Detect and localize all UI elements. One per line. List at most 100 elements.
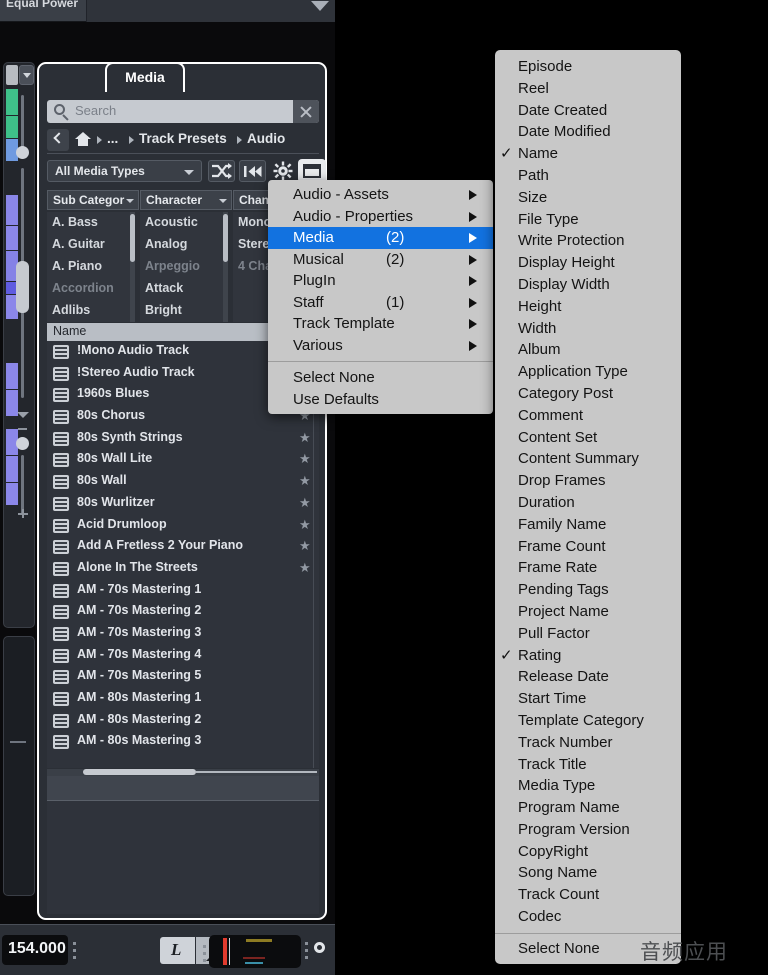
column-menu-item[interactable]: Project Name xyxy=(495,601,681,623)
context-menu-item[interactable]: Track Template xyxy=(268,313,493,335)
top-strip-field[interactable] xyxy=(87,0,335,22)
context-menu-action[interactable]: Use Defaults xyxy=(268,389,493,411)
gear-icon[interactable] xyxy=(271,160,295,182)
column-menu-item[interactable]: Pull Factor xyxy=(495,623,681,645)
column-menu-item[interactable]: Category Post xyxy=(495,383,681,405)
column-menu-item[interactable]: Track Number xyxy=(495,732,681,754)
column-menu-item[interactable]: ✓ Rating xyxy=(495,645,681,667)
column-menu-item[interactable]: ✓ Name xyxy=(495,143,681,165)
column-menu-item[interactable]: Date Modified xyxy=(495,121,681,143)
column-menu-item[interactable]: Media Type xyxy=(495,775,681,797)
column-menu-item[interactable]: Pending Tags xyxy=(495,579,681,601)
list-item[interactable]: AM - 80s Mastering 1 xyxy=(47,688,319,710)
column-menu-item[interactable]: Program Name xyxy=(495,797,681,819)
rating-star-icon[interactable]: ★ xyxy=(299,430,311,445)
column-menu-item[interactable]: Family Name xyxy=(495,514,681,536)
column-menu-item[interactable]: Frame Count xyxy=(495,536,681,558)
column-menu-item[interactable]: Path xyxy=(495,165,681,187)
back-button[interactable] xyxy=(47,129,69,151)
column-menu-item[interactable]: Codec xyxy=(495,906,681,928)
horizontal-scrollbar[interactable] xyxy=(47,769,319,776)
category-item[interactable]: Acoustic xyxy=(140,212,223,234)
category-item[interactable]: Attack xyxy=(140,278,223,300)
list-item[interactable]: 80s Wall Lite ★ xyxy=(47,449,319,471)
category-list-0[interactable]: A. Bass A. Guitar A. Piano Accordion Adlibs xyxy=(47,212,130,322)
category-header-0[interactable]: Sub Categor xyxy=(47,190,139,210)
column-menu-item[interactable]: Height xyxy=(495,296,681,318)
rack-dropdown-button[interactable] xyxy=(19,65,34,85)
list-item[interactable]: Alone In The Streets ★ xyxy=(47,558,319,580)
rack-slider-knob[interactable] xyxy=(16,146,29,159)
column-menu-item[interactable]: Release Date xyxy=(495,666,681,688)
column-menu-item[interactable]: Song Name xyxy=(495,862,681,884)
rack-fader-thumb[interactable] xyxy=(16,261,29,313)
column-menu-item[interactable]: Album xyxy=(495,339,681,361)
shuffle-icon[interactable] xyxy=(208,160,235,182)
column-menu-item[interactable]: Track Title xyxy=(495,754,681,776)
category-item[interactable]: A. Piano xyxy=(47,256,130,278)
category-item[interactable]: Bright xyxy=(140,300,223,322)
rack-slider-track-2[interactable] xyxy=(21,455,24,515)
level-meter[interactable] xyxy=(209,935,301,968)
rewind-icon[interactable] xyxy=(239,160,266,182)
column-menu-item[interactable]: Date Created xyxy=(495,100,681,122)
context-menu-item[interactable]: PlugIn xyxy=(268,270,493,292)
column-menu-item[interactable]: Reel xyxy=(495,78,681,100)
rating-star-icon[interactable]: ★ xyxy=(299,517,311,532)
metric-button[interactable]: L xyxy=(160,937,195,964)
category-item[interactable]: Accordion xyxy=(47,278,130,300)
list-item[interactable]: AM - 70s Mastering 1 xyxy=(47,580,319,602)
breadcrumb-item-2[interactable]: Audio xyxy=(247,131,285,146)
list-item[interactable]: AM - 70s Mastering 2 xyxy=(47,601,319,623)
list-item[interactable]: 80s Wall ★ xyxy=(47,471,319,493)
category-item[interactable]: A. Bass xyxy=(47,212,130,234)
column-menu-item[interactable]: Size xyxy=(495,187,681,209)
home-icon[interactable] xyxy=(75,132,91,147)
chevron-down-icon[interactable] xyxy=(311,1,329,11)
list-item[interactable]: Acid Drumloop ★ xyxy=(47,515,319,537)
tab-media[interactable]: Media xyxy=(105,62,185,92)
rating-star-icon[interactable]: ★ xyxy=(299,474,311,488)
column-menu-item[interactable]: Start Time xyxy=(495,688,681,710)
category-item[interactable]: Adlibs xyxy=(47,300,130,322)
rating-star-icon[interactable]: ★ xyxy=(299,452,311,466)
drag-handle-1[interactable] xyxy=(73,942,76,963)
triangle-down-icon[interactable] xyxy=(17,412,29,418)
list-item[interactable]: Add A Fretless 2 Your Piano ★ xyxy=(47,536,319,558)
context-menu-item[interactable]: Media (2) xyxy=(268,227,493,249)
list-item[interactable]: AM - 70s Mastering 3 xyxy=(47,623,319,645)
rack-slider-track[interactable] xyxy=(21,95,24,150)
rating-star-icon[interactable]: ★ xyxy=(299,560,311,575)
close-icon[interactable] xyxy=(293,100,319,123)
horizontal-scrollbar-thumb[interactable] xyxy=(83,769,196,775)
rack-minus-icon[interactable] xyxy=(18,428,27,430)
column-menu-item[interactable]: Template Category xyxy=(495,710,681,732)
context-menu-item[interactable]: Various xyxy=(268,335,493,357)
context-menu-item[interactable]: Musical (2) xyxy=(268,249,493,271)
list-item[interactable]: AM - 70s Mastering 5 xyxy=(47,666,319,688)
category-item[interactable]: A. Guitar xyxy=(47,234,130,256)
context-menu-item[interactable]: Audio - Properties xyxy=(268,206,493,228)
column-menu-item[interactable]: Drop Frames xyxy=(495,470,681,492)
category-list-1[interactable]: Acoustic Analog Arpeggio Attack Bright xyxy=(140,212,223,322)
search-input[interactable]: Search xyxy=(75,103,116,118)
column-menu-item[interactable]: Write Protection xyxy=(495,230,681,252)
list-item[interactable]: 80s Wurlitzer ★ xyxy=(47,493,319,515)
category-item[interactable]: Analog xyxy=(140,234,223,256)
column-menu-item[interactable]: Display Height xyxy=(495,252,681,274)
column-menu-item[interactable]: Episode xyxy=(495,56,681,78)
column-menu-item[interactable]: Frame Rate xyxy=(495,557,681,579)
column-menu-item[interactable]: Content Summary xyxy=(495,448,681,470)
timecode-display[interactable]: 154.000 xyxy=(2,935,68,965)
search-bar[interactable]: Search xyxy=(47,100,319,123)
category-scrollbar-thumb-1[interactable] xyxy=(223,214,228,262)
media-type-select[interactable]: All Media Types xyxy=(47,160,202,182)
rating-star-icon[interactable]: ★ xyxy=(299,495,311,510)
column-menu-item[interactable]: Width xyxy=(495,318,681,340)
list-item[interactable]: AM - 80s Mastering 2 xyxy=(47,710,319,732)
column-menu-item[interactable]: Duration xyxy=(495,492,681,514)
breadcrumb-item-0[interactable]: ... xyxy=(107,131,118,146)
category-scrollbar-thumb-0[interactable] xyxy=(130,214,135,262)
column-menu-item[interactable]: Content Set xyxy=(495,427,681,449)
context-menu-item[interactable]: Audio - Assets xyxy=(268,184,493,206)
